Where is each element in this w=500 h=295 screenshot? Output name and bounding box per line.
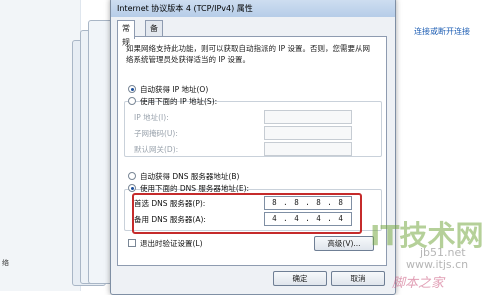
dialog-titlebar[interactable]: Internet 协议版本 4 (TCP/IPv4) 属性 <box>111 0 395 17</box>
ip-settings-description: 如果网络支持此功能，则可以获取自动指派的 IP 设置。否则，您需要从网络系统管理… <box>126 44 371 64</box>
background-window-left-pane <box>0 0 81 291</box>
manual-ip-radio[interactable] <box>128 97 136 105</box>
dns-highlight-box <box>132 193 362 234</box>
tcpip-properties-dialog: Internet 协议版本 4 (TCP/IPv4) 属性 常规 备用配置 如果… <box>110 0 396 295</box>
connect-disconnect-link[interactable]: 连接或断开连接 <box>414 26 470 37</box>
tab-general[interactable]: 常规 <box>117 20 135 47</box>
watermark-site: www.itjs.cn <box>406 258 469 271</box>
auto-dns-radio[interactable] <box>128 172 136 180</box>
validate-settings-checkbox[interactable] <box>128 239 136 247</box>
default-gateway-input[interactable] <box>264 142 352 156</box>
ok-button[interactable]: 确定 <box>273 271 327 286</box>
manual-dns-radio[interactable] <box>128 184 136 192</box>
default-gateway-label: 默认网关(D): <box>134 145 179 154</box>
ip-address-label: IP 地址(I): <box>134 113 169 122</box>
dialog-title: Internet 协议版本 4 (TCP/IPv4) 属性 <box>117 4 253 13</box>
subnet-mask-input[interactable] <box>264 126 352 140</box>
auto-ip-radio[interactable] <box>128 85 136 93</box>
watermark-tagline: 脚本之家 <box>392 276 445 291</box>
advanced-button[interactable]: 高级(V)... <box>314 236 374 251</box>
subnet-mask-label: 子网掩码(U): <box>134 129 178 138</box>
watermark-site2: jb51.net <box>420 246 466 259</box>
background-network-label: 络 <box>2 259 9 267</box>
tab-alternate-config[interactable]: 备用配置 <box>145 20 163 75</box>
validate-settings-label: 退出时验证设置(L) <box>140 239 203 248</box>
auto-dns-label: 自动获得 DNS 服务器地址(B) <box>140 172 240 181</box>
cancel-button[interactable]: 取消 <box>331 271 385 286</box>
auto-ip-label: 自动获得 IP 地址(O) <box>140 85 209 94</box>
manual-ip-label: 使用下面的 IP 地址(S): <box>140 97 218 106</box>
ip-address-input[interactable] <box>264 110 352 124</box>
